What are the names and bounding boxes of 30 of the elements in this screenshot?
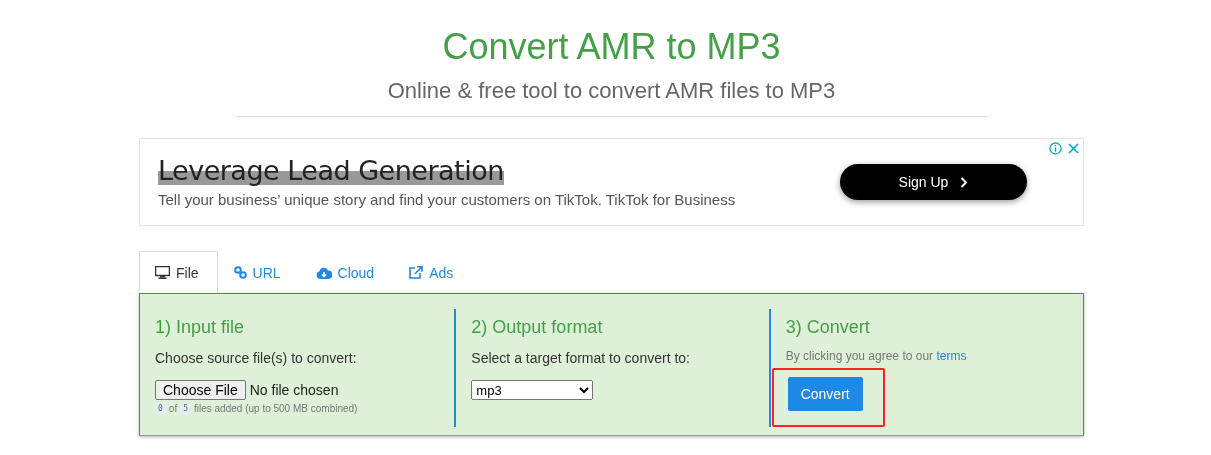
sign-up-button[interactable]: Sign Up bbox=[840, 164, 1027, 200]
file-status: No file chosen bbox=[249, 382, 339, 398]
ad-text: Tell your business’ unique story and find your customers on TikTok. TikTok for Business bbox=[158, 190, 736, 208]
page-title: Convert AMR to MP3 bbox=[441, 26, 782, 68]
files-note: files added (up to 500 MB combined) bbox=[194, 403, 358, 414]
convert-button[interactable]: Convert bbox=[787, 377, 863, 411]
tab[interactable]: Cloud bbox=[299, 251, 394, 293]
terms-link[interactable]: terms bbox=[936, 349, 967, 363]
step-title: 1) Input file bbox=[155, 317, 246, 338]
external-link-icon bbox=[409, 266, 424, 279]
chevron-icon bbox=[960, 176, 969, 188]
tab[interactable]: URL bbox=[217, 251, 300, 293]
monitor-icon bbox=[155, 266, 170, 279]
step-label: Choose source file(s) to convert: bbox=[155, 350, 358, 366]
terms-text: By clicking you agree to our bbox=[785, 349, 934, 363]
step-label: Select a target format to convert to: bbox=[471, 350, 691, 366]
step-title: 2) Output format bbox=[471, 317, 604, 338]
info-icon[interactable] bbox=[1049, 142, 1062, 155]
file-count: 0 bbox=[155, 403, 166, 414]
format-select[interactable]: mp3 bbox=[471, 380, 594, 400]
tab[interactable]: Ads bbox=[393, 251, 473, 293]
count-of: of bbox=[168, 403, 178, 414]
file-limit: 5 bbox=[180, 403, 191, 414]
link-icon bbox=[233, 266, 247, 279]
page-subtitle: Online & free tool to convert AMR files to MP3 bbox=[386, 78, 837, 104]
tab[interactable]: File bbox=[139, 251, 218, 293]
choose-file-button[interactable]: Choose File bbox=[155, 380, 246, 400]
step-title: 3) Convert bbox=[785, 317, 871, 338]
close-icon[interactable] bbox=[1068, 143, 1079, 154]
cloud-download-icon bbox=[315, 266, 332, 279]
